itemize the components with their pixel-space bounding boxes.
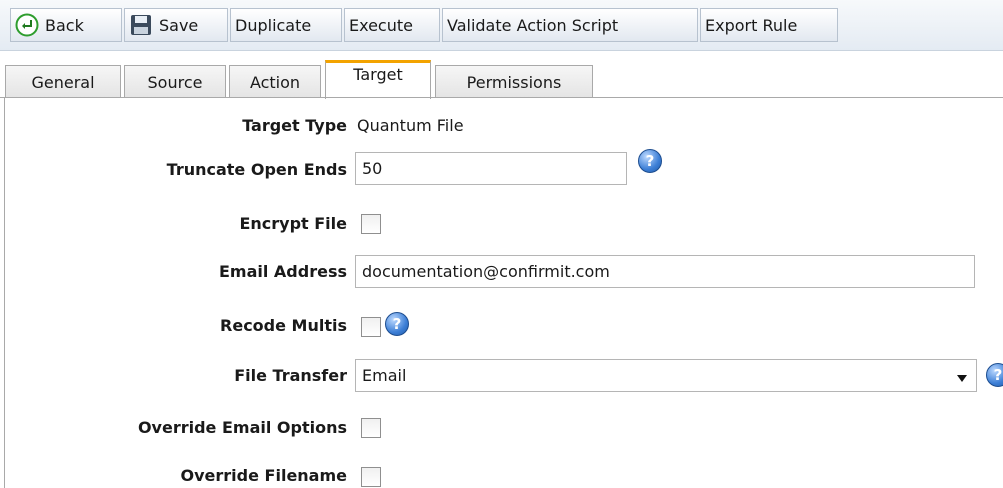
save-label: Save bbox=[159, 15, 199, 35]
override-filename-checkbox[interactable] bbox=[361, 467, 381, 487]
save-button[interactable]: Save bbox=[124, 8, 228, 42]
target-type-value: Quantum File bbox=[357, 116, 464, 135]
encrypt-file-label: Encrypt File bbox=[239, 214, 347, 233]
tab-bar: General Source Action Target Permissions bbox=[0, 60, 1003, 99]
export-rule-button[interactable]: Export Rule bbox=[700, 8, 838, 42]
help-icon[interactable]: ? bbox=[385, 312, 409, 336]
tab-target[interactable]: Target bbox=[325, 60, 431, 99]
email-address-input[interactable] bbox=[355, 255, 975, 288]
panel-left-border bbox=[4, 98, 5, 488]
file-transfer-label: File Transfer bbox=[234, 366, 347, 385]
back-arrow-icon bbox=[15, 13, 39, 37]
validate-action-script-button[interactable]: Validate Action Script bbox=[442, 8, 698, 42]
override-email-options-label: Override Email Options bbox=[137, 418, 347, 437]
back-button[interactable]: Back bbox=[10, 8, 122, 42]
override-email-options-checkbox[interactable] bbox=[361, 418, 381, 438]
back-label: Back bbox=[45, 15, 84, 35]
tab-source[interactable]: Source bbox=[124, 65, 226, 98]
tab-divider bbox=[0, 97, 1003, 98]
target-type-label: Target Type bbox=[242, 116, 347, 135]
encrypt-file-checkbox[interactable] bbox=[361, 214, 381, 234]
file-transfer-select[interactable]: Email bbox=[355, 359, 977, 392]
recode-multis-label: Recode Multis bbox=[220, 316, 347, 335]
toolbar: Back Save Duplicate Execute Validate Act… bbox=[0, 0, 1003, 51]
override-filename-label: Override Filename bbox=[180, 466, 347, 485]
tab-general[interactable]: General bbox=[5, 65, 121, 98]
floppy-disk-icon bbox=[129, 13, 153, 37]
email-address-label: Email Address bbox=[218, 262, 347, 281]
dropdown-arrow-icon bbox=[956, 369, 968, 388]
truncate-open-ends-label: Truncate Open Ends bbox=[166, 160, 347, 179]
execute-button[interactable]: Execute bbox=[344, 8, 440, 42]
recode-multis-checkbox[interactable] bbox=[361, 317, 381, 337]
file-transfer-value: Email bbox=[362, 366, 407, 385]
help-icon[interactable]: ? bbox=[986, 363, 1003, 387]
truncate-open-ends-input[interactable] bbox=[355, 152, 627, 185]
tab-action[interactable]: Action bbox=[229, 65, 321, 98]
help-icon[interactable]: ? bbox=[638, 149, 662, 173]
tab-permissions[interactable]: Permissions bbox=[435, 65, 593, 98]
duplicate-button[interactable]: Duplicate bbox=[230, 8, 342, 42]
